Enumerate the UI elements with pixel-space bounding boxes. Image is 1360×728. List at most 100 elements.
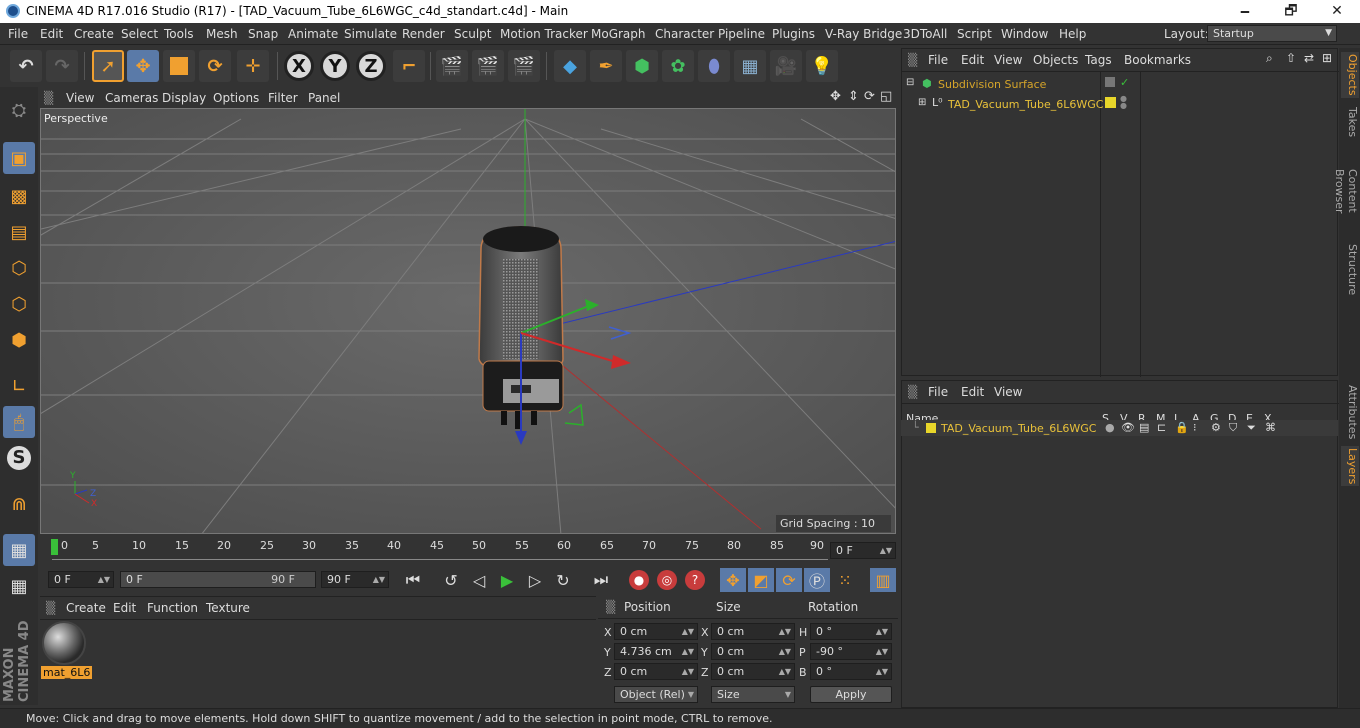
viewport-menu-filter[interactable]: Filter bbox=[268, 91, 298, 105]
size-z-field[interactable]: 0 cm ▲▼ bbox=[711, 663, 795, 680]
coord-mode-select[interactable]: Object (Rel) ▼ bbox=[614, 686, 698, 703]
frame-range-slider[interactable]: 0 F 90 F bbox=[120, 571, 316, 588]
workplane-mode-button[interactable]: ▤ bbox=[3, 216, 35, 248]
tube-object-name[interactable]: TAD_Vacuum_Tube_6L6WGC bbox=[948, 98, 1103, 111]
viewport-maximize-icon[interactable]: ◱ bbox=[880, 89, 892, 104]
render-settings-button[interactable]: 🎬 bbox=[508, 50, 540, 82]
menu-window[interactable]: Window bbox=[1001, 27, 1048, 41]
position-z-field[interactable]: 0 cm ▲▼ bbox=[614, 663, 698, 680]
viewport-move-icon[interactable]: ✥ bbox=[830, 89, 841, 104]
timeline[interactable]: 0 5 10 15 20 25 30 35 40 45 50 55 60 65 … bbox=[40, 536, 898, 566]
key-position-button[interactable]: ✥ bbox=[720, 568, 746, 592]
rotation-b-field[interactable]: 0 ° ▲▼ bbox=[810, 663, 892, 680]
material-menu-texture[interactable]: Texture bbox=[206, 601, 250, 615]
key-pla-button[interactable]: ⁙ bbox=[832, 568, 858, 592]
previous-key-button[interactable]: ↺ bbox=[438, 568, 464, 592]
material-menu-create[interactable]: Create bbox=[66, 601, 106, 615]
material-menu-function[interactable]: Function bbox=[147, 601, 198, 615]
layers-menu-file[interactable]: File bbox=[928, 385, 948, 399]
edges-mode-button[interactable]: ⬡ bbox=[3, 288, 35, 320]
render-view-button[interactable]: 🎬 bbox=[436, 50, 468, 82]
undo-button[interactable]: ↶ bbox=[10, 50, 42, 82]
material-thumbnail[interactable] bbox=[42, 621, 86, 665]
perspective-viewport[interactable] bbox=[40, 108, 896, 534]
viewport-menu-cameras[interactable]: Cameras bbox=[105, 91, 158, 105]
play-button[interactable]: ▶ bbox=[494, 568, 520, 592]
menu-animate[interactable]: Animate bbox=[288, 27, 338, 41]
eye-icon[interactable]: 👁 bbox=[1121, 421, 1135, 434]
subdivision-surface-button[interactable]: ⬢ bbox=[626, 50, 658, 82]
menu-character[interactable]: Character bbox=[655, 27, 714, 41]
viewport-rotate-icon[interactable]: ⟳ bbox=[864, 89, 875, 104]
polygons-mode-button[interactable]: ⬢ bbox=[3, 324, 35, 356]
menu-simulate[interactable]: Simulate bbox=[344, 27, 397, 41]
z-axis-lock-button[interactable]: Z bbox=[356, 51, 386, 81]
x-axis-lock-button[interactable]: X bbox=[284, 51, 314, 81]
objects-menu-bookmarks[interactable]: Bookmarks bbox=[1124, 53, 1191, 67]
apply-button[interactable]: Apply bbox=[810, 686, 892, 703]
animation-icon[interactable]: ⁝ bbox=[1193, 421, 1197, 434]
workplane-axis-button[interactable]: ▦ bbox=[3, 570, 35, 602]
rotate-tool-button[interactable]: ⟳ bbox=[199, 50, 231, 82]
menu-edit[interactable]: Edit bbox=[40, 27, 63, 41]
layer-name[interactable]: TAD_Vacuum_Tube_6L6WGC bbox=[941, 422, 1096, 435]
coordinate-system-button[interactable]: ⌐ bbox=[393, 50, 425, 82]
collapse-icon[interactable]: ⊟ bbox=[906, 77, 914, 88]
minimize-button[interactable]: 🗕 bbox=[1222, 0, 1268, 23]
key-scale-button[interactable]: ◩ bbox=[748, 568, 774, 592]
size-y-field[interactable]: 0 cm ▲▼ bbox=[711, 643, 795, 660]
render-picture-viewer-button[interactable]: 🎬 bbox=[472, 50, 504, 82]
menu-select[interactable]: Select bbox=[121, 27, 158, 41]
size-mode-select[interactable]: Size ▼ bbox=[711, 686, 795, 703]
menu-mograph[interactable]: MoGraph bbox=[591, 27, 646, 41]
menu-plugins[interactable]: Plugins bbox=[772, 27, 815, 41]
light-button[interactable]: 💡 bbox=[806, 50, 838, 82]
snapping-button[interactable]: S bbox=[3, 442, 35, 474]
previous-frame-button[interactable]: ◁ bbox=[466, 568, 492, 592]
y-axis-lock-button[interactable]: Y bbox=[320, 51, 350, 81]
layers-menu-edit[interactable]: Edit bbox=[961, 385, 984, 399]
material-menu-edit[interactable]: Edit bbox=[113, 601, 136, 615]
autokey-button[interactable]: ◎ bbox=[654, 568, 680, 592]
render-clapper-icon[interactable]: ▤ bbox=[1139, 421, 1149, 434]
position-x-field[interactable]: 0 cm ▲▼ bbox=[614, 623, 698, 640]
menu-render[interactable]: Render bbox=[402, 27, 445, 41]
layer-color-swatch[interactable] bbox=[926, 423, 936, 433]
menu-script[interactable]: Script bbox=[957, 27, 992, 41]
menu-mesh[interactable]: Mesh bbox=[206, 27, 238, 41]
make-editable-button[interactable]: ⛭ bbox=[3, 94, 35, 126]
close-button[interactable]: ✕ bbox=[1314, 0, 1360, 23]
deformer-button[interactable]: ⬮ bbox=[698, 50, 730, 82]
visibility-dots-icon[interactable]: ● ● bbox=[1120, 95, 1127, 110]
rotation-h-field[interactable]: 0 ° ▲▼ bbox=[810, 623, 892, 640]
pen-spline-button[interactable]: ✒ bbox=[590, 50, 622, 82]
objects-menu-edit[interactable]: Edit bbox=[961, 53, 984, 67]
menu-vray-bridge[interactable]: V-Ray Bridge bbox=[825, 27, 902, 41]
menu-file[interactable]: File bbox=[8, 27, 28, 41]
objects-menu-tags[interactable]: Tags bbox=[1085, 53, 1112, 67]
maximize-button[interactable]: 🗗 bbox=[1268, 0, 1314, 23]
manager-icon[interactable]: ⊏ bbox=[1157, 421, 1166, 434]
magnet-tool-button[interactable]: ⋒ bbox=[3, 488, 35, 520]
go-to-end-button[interactable]: ⏭ bbox=[588, 568, 614, 592]
objects-menu-file[interactable]: File bbox=[928, 53, 948, 67]
size-x-field[interactable]: 0 cm ▲▼ bbox=[711, 623, 795, 640]
next-key-button[interactable]: ↻ bbox=[550, 568, 576, 592]
key-rotation-button[interactable]: ⟳ bbox=[776, 568, 802, 592]
layout-select[interactable]: Startup ▼ bbox=[1207, 25, 1337, 42]
expression-icon[interactable]: ⏷ bbox=[1247, 421, 1256, 435]
enable-axis-button[interactable]: ∟ bbox=[3, 370, 35, 402]
menu-3dtoall[interactable]: 3DToAll bbox=[903, 27, 947, 41]
layers-menu-view[interactable]: View bbox=[994, 385, 1022, 399]
go-to-start-button[interactable]: ⏮ bbox=[400, 568, 426, 592]
model-mode-button[interactable]: ▣ bbox=[3, 142, 35, 174]
menu-tools[interactable]: Tools bbox=[164, 27, 194, 41]
tab-content-browser[interactable]: Content Browser bbox=[1333, 146, 1359, 236]
new-panel-icon[interactable]: ⊞ bbox=[1322, 51, 1332, 65]
floor-button[interactable]: ▦ bbox=[734, 50, 766, 82]
viewport-menu-display[interactable]: Display bbox=[162, 91, 206, 105]
viewport-zoom-icon[interactable]: ⇕ bbox=[848, 89, 859, 104]
keyframe-selection-button[interactable]: ? bbox=[682, 568, 708, 592]
transform-tool-button[interactable]: ✛ bbox=[237, 50, 269, 82]
current-frame-field[interactable]: 0 F ▲▼ bbox=[830, 542, 896, 559]
